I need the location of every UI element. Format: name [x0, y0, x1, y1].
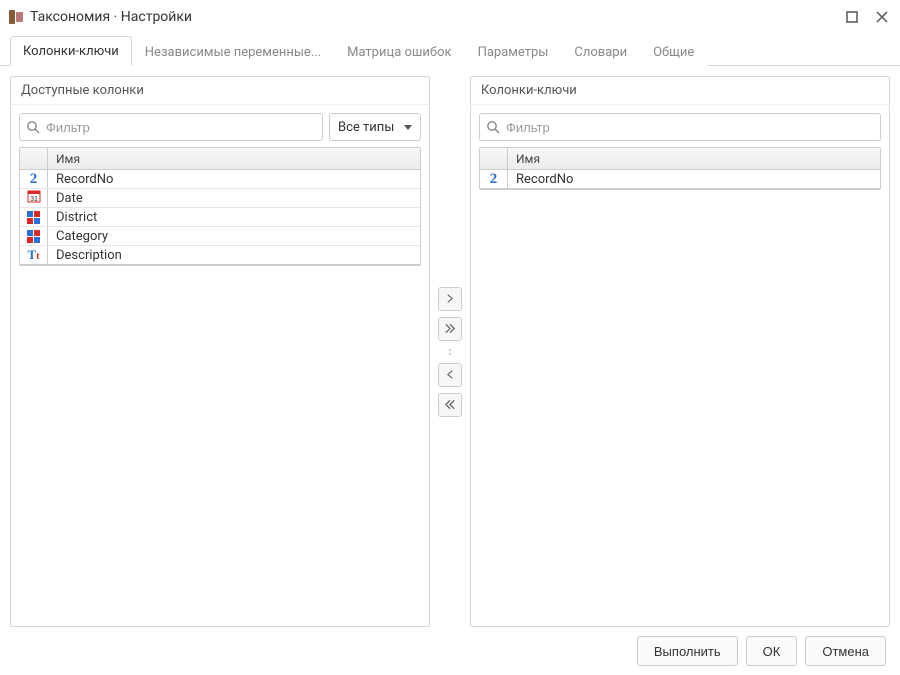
available-filter: [19, 113, 323, 141]
table-row[interactable]: Tt Description: [20, 246, 420, 265]
available-columns-panel: Доступные колонки Все типы: [10, 76, 430, 627]
tab-5[interactable]: Общие: [640, 37, 707, 66]
available-header-name[interactable]: Имя: [48, 148, 420, 169]
app-icon: [8, 9, 24, 25]
table-row[interactable]: 2 RecordNo: [20, 170, 420, 189]
table-row[interactable]: 31 Date: [20, 189, 420, 208]
transfer-buttons: [430, 76, 470, 627]
column-name-cell: RecordNo: [48, 172, 420, 187]
text-type-icon: Tt: [27, 248, 39, 262]
dialog-footer: Выполнить ОК Отмена: [0, 627, 900, 675]
column-name-cell: Description: [48, 248, 420, 263]
category-type-icon: [27, 211, 40, 224]
column-name-cell: District: [48, 210, 420, 225]
key-filter: [479, 113, 881, 141]
chevron-down-icon: [404, 125, 412, 130]
svg-text:31: 31: [30, 196, 38, 203]
number-type-icon: 2: [30, 172, 38, 187]
available-columns-title: Доступные колонки: [11, 77, 429, 105]
column-name-cell: Date: [48, 191, 420, 206]
key-filter-input[interactable]: [479, 113, 881, 141]
column-name-cell: Category: [48, 229, 420, 244]
key-columns-grid: Имя 2 RecordNo: [479, 147, 881, 190]
move-all-left-button[interactable]: [438, 393, 462, 417]
tab-2[interactable]: Матрица ошибок: [334, 37, 464, 66]
available-filter-input[interactable]: [19, 113, 323, 141]
tab-1[interactable]: Независимые переменные...: [132, 37, 334, 66]
number-type-icon: 2: [490, 172, 498, 187]
tab-0[interactable]: Колонки-ключи: [10, 36, 132, 66]
table-row[interactable]: 2 RecordNo: [480, 170, 880, 189]
move-right-button[interactable]: [438, 287, 462, 311]
tabstrip: Колонки-ключиНезависимые переменные...Ма…: [0, 34, 900, 66]
tab-4[interactable]: Словари: [561, 37, 640, 66]
move-all-right-button[interactable]: [438, 317, 462, 341]
search-icon: [486, 120, 500, 134]
ok-button[interactable]: ОК: [746, 636, 798, 666]
available-columns-grid: Имя 2 RecordNo 31 Date District Category Tt Des…: [19, 147, 421, 266]
key-columns-title: Колонки-ключи: [471, 77, 889, 105]
maximize-button[interactable]: [844, 9, 860, 25]
move-left-button[interactable]: [438, 363, 462, 387]
date-type-icon: 31: [27, 189, 41, 207]
key-columns-panel: Колонки-ключи Имя 2 RecordNo: [470, 76, 890, 627]
search-icon: [26, 120, 40, 134]
settings-window: Таксономия · Настройки Колонки-ключиНеза…: [0, 0, 900, 675]
type-select[interactable]: Все типы: [329, 113, 421, 141]
close-button[interactable]: [874, 9, 890, 25]
execute-button[interactable]: Выполнить: [637, 636, 738, 666]
table-row[interactable]: District: [20, 208, 420, 227]
titlebar: Таксономия · Настройки: [0, 0, 900, 34]
window-controls: [844, 9, 890, 25]
type-select-label: Все типы: [338, 120, 394, 135]
key-header-name[interactable]: Имя: [508, 148, 880, 169]
table-row[interactable]: Category: [20, 227, 420, 246]
content-area: Доступные колонки Все типы: [0, 66, 900, 627]
window-title: Таксономия · Настройки: [30, 9, 844, 25]
column-name-cell: RecordNo: [508, 172, 880, 187]
category-type-icon: [27, 230, 40, 243]
tab-3[interactable]: Параметры: [465, 37, 562, 66]
cancel-button[interactable]: Отмена: [805, 636, 886, 666]
